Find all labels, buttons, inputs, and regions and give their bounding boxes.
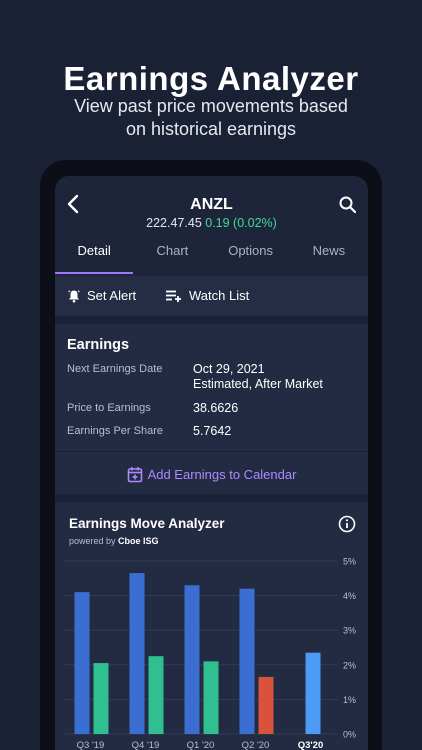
y-tick-label: 0% [343, 730, 356, 740]
tab-bar: Detail Chart Options News [55, 242, 368, 274]
implied-move-bar [305, 652, 321, 734]
x-tick-quarter: Q4 '19 [132, 740, 160, 750]
price-quote: 222.47.45 0.19 (0.02%) [55, 216, 368, 230]
tab-options[interactable]: Options [212, 242, 290, 274]
card-divider [55, 451, 368, 452]
actual-move-bar [93, 663, 109, 734]
info-icon[interactable] [338, 515, 356, 533]
price-change: 0.19 (0.02%) [205, 216, 277, 230]
earnings-heading: Earnings [67, 337, 130, 353]
watch-list-button[interactable]: Watch List [165, 288, 249, 303]
y-tick-label: 3% [343, 626, 356, 636]
y-tick-label: 2% [343, 660, 356, 670]
promo-subtitle-line-1: View past price movements based [74, 96, 348, 116]
earnings-per-share-label: Earnings Per Share [67, 425, 163, 437]
add-earnings-to-calendar-label: Add Earnings to Calendar [147, 467, 297, 482]
actual-move-bar [203, 661, 219, 734]
app-header: ANZL 222.47.45 0.19 (0.02%) Detail Chart… [55, 176, 368, 276]
set-alert-button[interactable]: Set Alert [67, 288, 136, 303]
action-bar: Set Alert Watch List [55, 276, 368, 316]
implied-move-bar [184, 585, 200, 734]
tab-chart[interactable]: Chart [133, 242, 211, 274]
implied-move-bar [74, 592, 90, 734]
provider-name: Cboe ISG [118, 536, 159, 546]
set-alert-label: Set Alert [87, 288, 137, 303]
implied-move-bar [239, 588, 255, 734]
x-tick-quarter: Q3'20 [298, 740, 324, 750]
earnings-card: Earnings Next Earnings Date Oct 29, 2021… [55, 324, 368, 494]
actual-move-bar [258, 676, 274, 734]
x-tick-quarter: Q3 '19 [77, 740, 105, 750]
actual-move-bar [148, 656, 164, 734]
earnings-per-share-value: 5.7642 [193, 424, 232, 438]
analyzer-title: Earnings Move Analyzer [69, 516, 225, 531]
price-to-earnings-label: Price to Earnings [67, 402, 151, 414]
y-tick-label: 1% [343, 695, 356, 705]
price-to-earnings-value: 38.6626 [193, 401, 239, 415]
next-earnings-date-label: Next Earnings Date [67, 363, 163, 375]
earnings-move-analyzer-card: Earnings Move Analyzer powered by Cboe I… [55, 502, 368, 750]
x-tick-quarter: Q1 '20 [187, 740, 215, 750]
y-tick-label: 5% [343, 557, 356, 567]
watch-list-label: Watch List [189, 288, 250, 303]
add-earnings-to-calendar-button[interactable]: Add Earnings to Calendar [55, 466, 368, 483]
tab-news[interactable]: News [290, 242, 368, 274]
implied-move-bar [129, 573, 145, 734]
earnings-move-chart: 0%1%2%3%4%5%Q3 '1910/30Q4 '191/28Q1 '204… [63, 557, 356, 750]
analyzer-powered-by: powered by Cboe ISG [69, 536, 159, 546]
promo-title: Earnings Analyzer [63, 60, 359, 97]
powered-by-text: powered by [69, 536, 116, 546]
bell-icon [68, 289, 80, 302]
next-earnings-date-value: Oct 29, 2021 [193, 362, 265, 376]
y-tick-label: 4% [343, 591, 356, 601]
calendar-add-icon [127, 467, 142, 483]
playlist-add-icon [166, 290, 181, 302]
ticker-symbol: ANZL [190, 196, 233, 213]
next-earnings-date-note: Estimated, After Market [193, 377, 323, 391]
promo-subtitle-line-2: on historical earnings [125, 119, 297, 139]
search-icon[interactable] [337, 194, 359, 216]
promo-subtitle: View past price movements based on histo… [0, 95, 422, 141]
tab-detail[interactable]: Detail [55, 242, 133, 274]
active-tab-indicator [55, 272, 133, 274]
x-tick-quarter: Q2 '20 [242, 740, 270, 750]
app-screen: ANZL 222.47.45 0.19 (0.02%) Detail Chart… [55, 176, 368, 750]
last-price: 222.47.45 [146, 216, 202, 230]
